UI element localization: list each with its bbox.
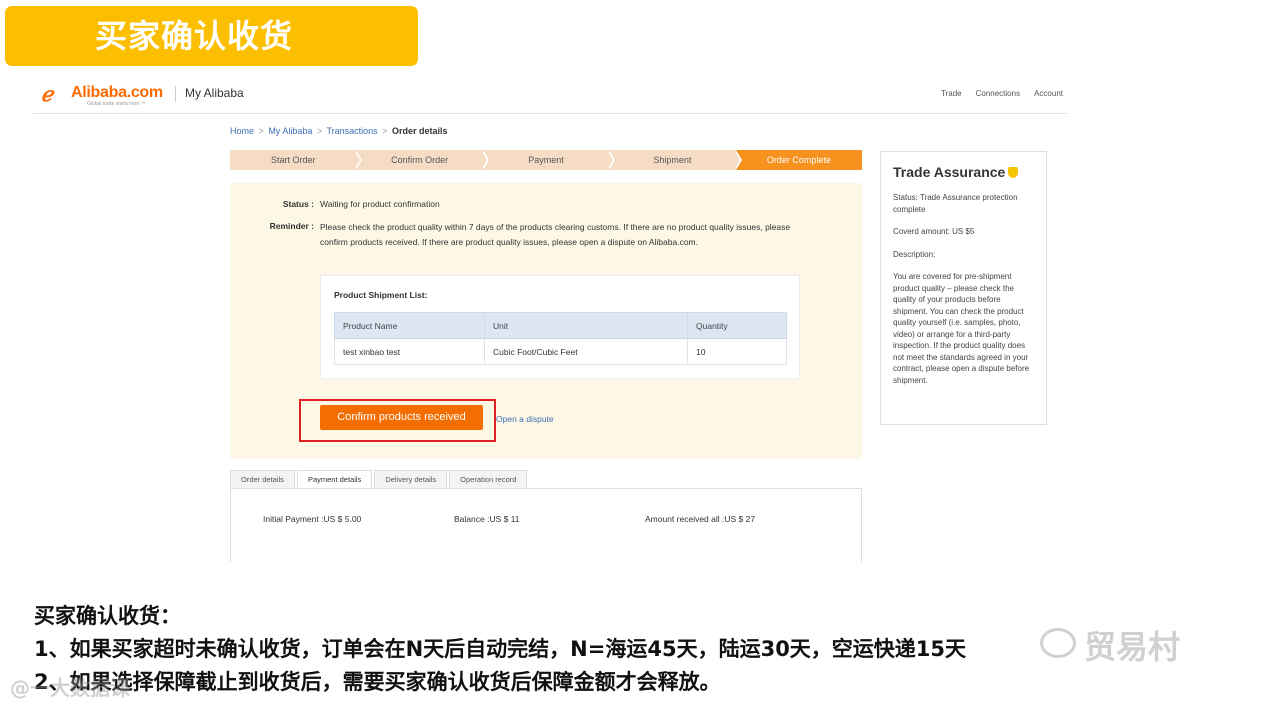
step-confirm-order: Confirm Order — [356, 150, 490, 170]
breadcrumb-separator: > — [316, 126, 323, 136]
alibaba-logo-icon: ℯ — [41, 84, 53, 106]
breadcrumb-current: Order details — [391, 126, 448, 136]
shipment-table: Product Name Unit Quantity test xinbao t… — [334, 312, 787, 365]
nav-account[interactable]: Account — [1034, 89, 1063, 98]
status-label: Status : — [282, 199, 314, 209]
reminder-label: Reminder : — [269, 221, 314, 231]
detail-tabs: Order details Payment details Delivery d… — [230, 470, 528, 490]
top-nav: Trade Connections Account — [941, 89, 1063, 98]
column-header-quantity: Quantity — [687, 312, 787, 339]
breadcrumb-separator: > — [258, 126, 264, 136]
breadcrumb-my-alibaba[interactable]: My Alibaba — [268, 126, 312, 136]
trade-assurance-title-text: Trade Assurance — [893, 164, 1006, 180]
logo-tagline: Global trade starts here.™ — [87, 101, 146, 107]
reminder-text: Please check the product quality within … — [320, 222, 791, 247]
breadcrumb: Home > My Alibaba > Transactions > Order… — [230, 126, 447, 136]
step-start-order: Start Order — [230, 150, 363, 170]
trade-assurance-title: Trade Assurance — [893, 164, 1034, 180]
tab-order-details[interactable]: Order details — [230, 470, 295, 488]
trade-assurance-panel: Trade Assurance Status: Trade Assurance … — [880, 151, 1047, 425]
status-value: Waiting for product confirmation — [320, 199, 440, 209]
slide-title: 买家确认收货 — [5, 6, 418, 66]
balance: Balance :US $ 11 — [454, 514, 520, 524]
tab-payment-details[interactable]: Payment details — [296, 470, 373, 490]
breadcrumb-home[interactable]: Home — [230, 126, 254, 136]
product-shipment-list: Product Shipment List: Product Name Unit… — [320, 275, 800, 379]
step-shipment: Shipment — [609, 150, 743, 170]
assurance-description-label: Description: — [893, 249, 936, 259]
order-status-panel: Status : Waiting for product confirmatio… — [230, 183, 862, 459]
initial-payment: Initial Payment :US $ 5.00 — [263, 514, 362, 524]
my-alibaba-link[interactable]: My Alibaba — [185, 86, 244, 100]
step-order-complete: Order Complete — [735, 150, 863, 170]
alibaba-logo[interactable]: ℯ Alibaba.com Global trade starts here.™ — [41, 84, 173, 110]
open-dispute-link[interactable]: Open a dispute — [496, 414, 554, 424]
shipment-list-title: Product Shipment List: — [334, 290, 428, 300]
assurance-description: You are covered for pre-shipment product… — [893, 272, 1030, 385]
cell-product-name: test xinbao test — [334, 338, 485, 365]
cell-unit: Cubic Foot/Cubic Feet — [484, 338, 688, 365]
tab-operation-record[interactable]: Operation record — [449, 470, 528, 488]
site-header: ℯ Alibaba.com Global trade starts here.™… — [33, 80, 1067, 114]
header-divider — [175, 86, 176, 102]
breadcrumb-separator: > — [382, 126, 388, 136]
column-header-product-name: Product Name — [334, 312, 485, 339]
order-progress: Start Order Confirm Order Payment Shipme… — [230, 150, 863, 170]
table-header-row: Product Name Unit Quantity — [334, 312, 787, 339]
cell-quantity: 10 — [687, 338, 787, 365]
breadcrumb-transactions[interactable]: Transactions — [326, 126, 377, 136]
assurance-covered-amount: Coverd amount: US $5 — [893, 227, 975, 236]
table-row: test xinbao test Cubic Foot/Cubic Feet 1… — [334, 338, 787, 365]
assurance-status: Status: Trade Assurance protection compl… — [893, 193, 1018, 214]
note-item-2: 2、如果选择保障截止到收货后，需要买家确认收货后保障金额才会释放。 — [34, 670, 721, 694]
logo-text: Alibaba.com — [71, 84, 163, 101]
confirm-products-received-button[interactable]: Confirm products received — [320, 405, 483, 430]
watermark-left: @一大数据课 — [10, 676, 130, 700]
nav-trade[interactable]: Trade — [941, 89, 962, 98]
watermark-right: 贸易村 — [1040, 622, 1230, 668]
nav-connections[interactable]: Connections — [976, 89, 1020, 98]
payment-details-panel: Initial Payment :US $ 5.00 Balance :US $… — [230, 488, 862, 562]
shield-icon — [1008, 166, 1019, 178]
column-header-unit: Unit — [484, 312, 688, 339]
step-payment: Payment — [482, 150, 616, 170]
amount-received: Amount received all :US $ 27 — [645, 514, 756, 524]
tab-delivery-details[interactable]: Delivery details — [374, 470, 448, 488]
watermark-right-text: 贸易村 — [1084, 628, 1181, 666]
